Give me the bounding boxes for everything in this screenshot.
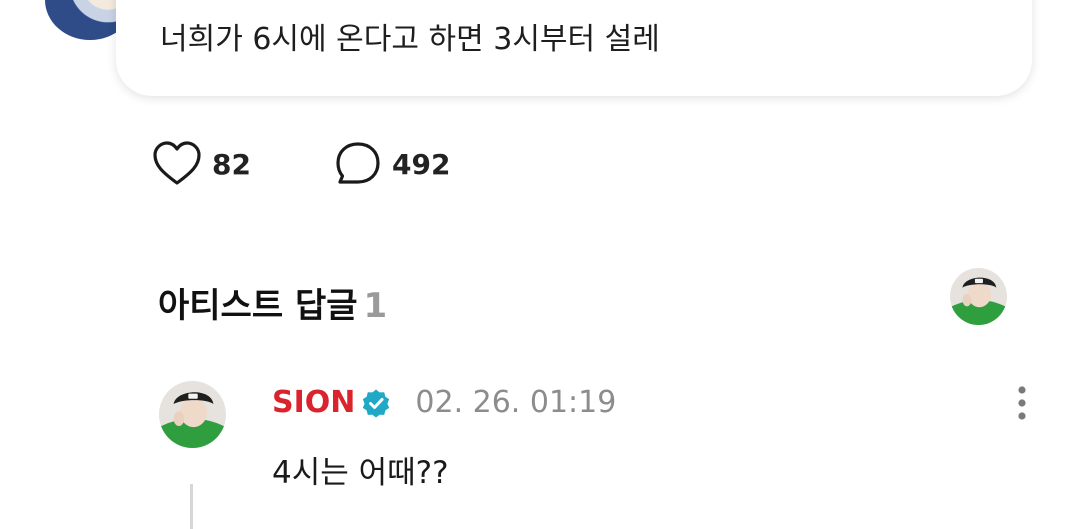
more-vertical-icon [1018,386,1026,420]
thread-line [190,484,193,529]
reply-author-row: SION 02. 26. 01:19 [272,385,616,420]
artist-replies-header: 아티스트 답글 1 [158,278,387,327]
artist-avatar-small[interactable] [950,268,1007,325]
like-count: 82 [212,147,251,181]
more-options-button[interactable] [1004,384,1040,424]
heart-outline-icon [153,141,201,185]
comment-count: 492 [392,147,451,181]
reply-author-name[interactable]: SION [272,385,355,420]
comment-button[interactable]: 492 [334,140,450,188]
reply-timestamp: 02. 26. 01:19 [415,385,617,420]
reply-text: 4시는 어때?? [272,455,449,491]
post-text: 너희가 6시에 온다고 하면 3시부터 설레 [160,22,660,57]
artist-replies-count: 1 [363,286,388,326]
reply-author-avatar[interactable] [159,381,226,448]
artist-replies-title: 아티스트 답글 [158,286,358,326]
verified-check-icon [363,389,390,417]
like-button[interactable]: 82 [152,140,251,188]
speech-bubble-icon [336,142,380,184]
